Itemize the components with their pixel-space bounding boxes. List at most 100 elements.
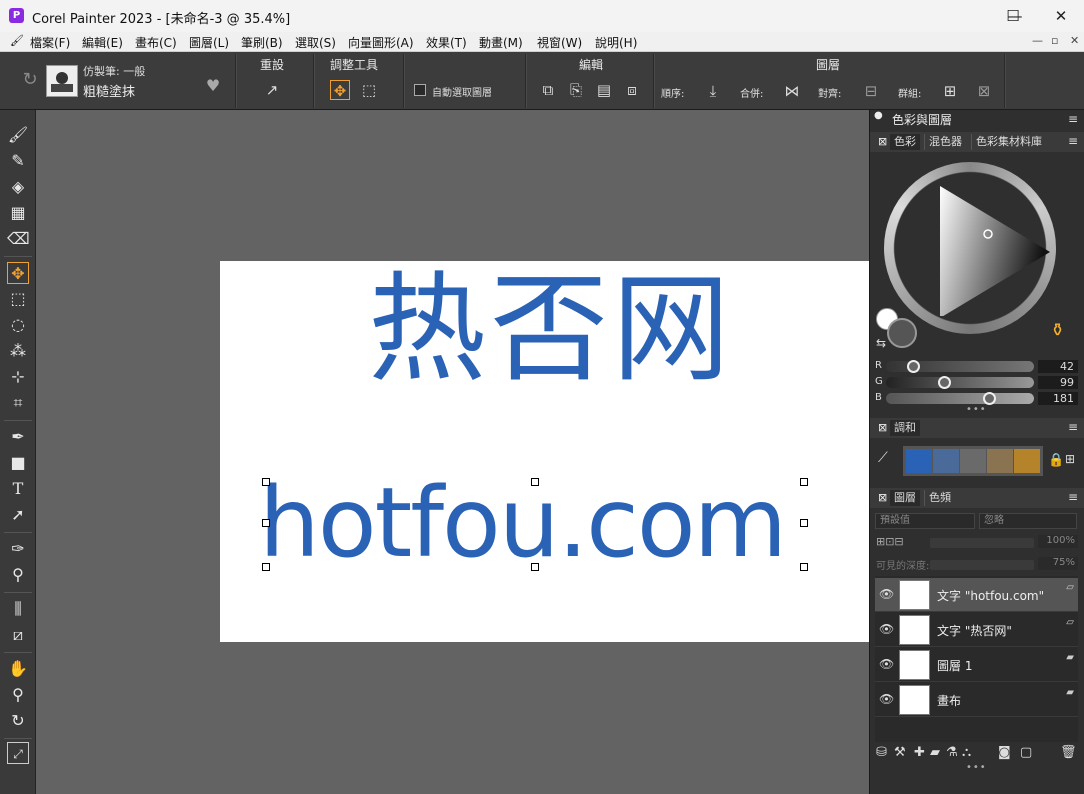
- selection-handle[interactable]: [531, 478, 539, 486]
- layer-row[interactable]: 👁 圖層 1 ▰: [875, 648, 1078, 682]
- new-layer-from-icon[interactable]: ▢: [1020, 745, 1032, 760]
- layer-adjuster-icon[interactable]: ✥: [330, 80, 350, 100]
- tab-color[interactable]: 色彩: [890, 134, 920, 150]
- new-layer-icon[interactable]: ✚: [914, 745, 925, 760]
- magnifier-icon[interactable]: ⚲: [7, 684, 29, 706]
- depth-value[interactable]: 75%: [1038, 557, 1078, 570]
- visibility-eye-icon[interactable]: 👁: [879, 692, 894, 706]
- visibility-eye-icon[interactable]: 👁: [879, 657, 894, 671]
- brush-preview-icon[interactable]: [46, 65, 78, 97]
- r-slider[interactable]: [886, 360, 1034, 373]
- color-panel-menu-icon[interactable]: ≡: [1068, 135, 1080, 147]
- layer-lock-icons[interactable]: ⊞⊡⊟: [876, 535, 904, 548]
- opacity-slider[interactable]: [930, 538, 1034, 548]
- rect-select-icon[interactable]: ⬚: [7, 288, 29, 310]
- selection-handle[interactable]: [800, 563, 808, 571]
- brush-tool-icon[interactable]: 🖌: [7, 124, 29, 146]
- crop-icon[interactable]: ⌗: [7, 392, 29, 414]
- menu-effects[interactable]: 效果(T): [426, 34, 467, 51]
- brush-variant[interactable]: 粗糙塗抹: [83, 81, 135, 100]
- dynamic-plugins-icon[interactable]: ⚒: [894, 745, 906, 760]
- favorite-heart-icon[interactable]: ♥: [203, 76, 223, 96]
- close-panel-icon[interactable]: ⊠: [878, 421, 887, 434]
- perspective-icon[interactable]: ⧄: [7, 624, 29, 646]
- cloner-icon[interactable]: ✑: [7, 538, 29, 560]
- lasso-icon[interactable]: ◌: [7, 314, 29, 336]
- harmony-swatch-1[interactable]: [906, 449, 932, 473]
- menu-file[interactable]: 檔案(F): [30, 34, 70, 51]
- selection-handle[interactable]: [262, 563, 270, 571]
- order-icon[interactable]: ⤓: [703, 81, 723, 101]
- rotate-page-icon[interactable]: ↻: [7, 710, 29, 732]
- tab-layers[interactable]: 圖層: [890, 490, 920, 506]
- selection-adjuster-icon[interactable]: ⊹: [7, 366, 29, 388]
- shape-selection-icon[interactable]: ➚: [7, 504, 29, 526]
- gradient-tool-icon[interactable]: ▦: [7, 202, 29, 224]
- composite-depth-select[interactable]: 忽略: [979, 513, 1077, 529]
- harmony-swatch-2[interactable]: [933, 449, 959, 473]
- group-icon[interactable]: ⊞: [940, 81, 960, 101]
- menu-movie[interactable]: 動畫(M): [479, 34, 523, 51]
- maximize-button[interactable]: ☐: [990, 0, 1036, 32]
- app-menu-icon[interactable]: 🖌: [10, 34, 24, 47]
- grabber-hand-icon[interactable]: ✋: [7, 658, 29, 680]
- layer-attributes-icon[interactable]: ⛁: [876, 745, 887, 760]
- new-liquid-ink-layer-icon[interactable]: ⚗: [946, 745, 958, 760]
- layers-menu-icon[interactable]: ≡: [1068, 491, 1080, 503]
- doc-close-button[interactable]: ✕: [1070, 34, 1079, 47]
- close-button[interactable]: ✕: [1038, 0, 1084, 32]
- selection-handle[interactable]: [262, 478, 270, 486]
- composite-method-select[interactable]: 預設值: [875, 513, 975, 529]
- selection-handle[interactable]: [262, 519, 270, 527]
- close-panel-icon[interactable]: ⊠: [878, 135, 887, 148]
- more-dots-icon[interactable]: •••: [966, 404, 987, 415]
- delete-layer-icon[interactable]: 🗑: [1060, 745, 1077, 760]
- doc-minimize-button[interactable]: —: [1032, 34, 1043, 47]
- ungroup-icon[interactable]: ⊠: [974, 81, 994, 101]
- pen-icon[interactable]: ✒: [7, 426, 29, 448]
- harmony-swatch-3[interactable]: [960, 449, 986, 473]
- align-icon[interactable]: ⊟: [861, 81, 881, 101]
- layer-move-icon[interactable]: ⧈: [622, 80, 642, 100]
- opacity-value[interactable]: 100%: [1038, 535, 1078, 548]
- depth-slider[interactable]: [930, 560, 1034, 570]
- harmony-swatch-4[interactable]: [987, 449, 1013, 473]
- menu-edit[interactable]: 編輯(E): [82, 34, 123, 51]
- lock-icon[interactable]: 🔒: [1048, 453, 1064, 468]
- b-slider[interactable]: [886, 392, 1034, 405]
- auto-select-checkbox[interactable]: [414, 84, 426, 96]
- harmony-menu-icon[interactable]: ≡: [1068, 421, 1080, 433]
- merge-icon[interactable]: ⋈: [782, 81, 802, 101]
- main-color-swatch[interactable]: [887, 318, 917, 348]
- magic-wand-icon[interactable]: ⁂: [7, 340, 29, 362]
- menu-shapes[interactable]: 向量圖形(A): [348, 34, 414, 51]
- eraser-tool-icon[interactable]: ⌫: [7, 228, 30, 250]
- transform-icon[interactable]: ⬚: [359, 80, 379, 100]
- document-canvas[interactable]: 热否网 hotfou.com: [220, 261, 869, 642]
- menu-layers[interactable]: 圖層(L): [189, 34, 229, 51]
- tab-channels[interactable]: 色頻: [924, 490, 955, 506]
- color-triangle[interactable]: [930, 186, 1060, 316]
- tab-mixer[interactable]: 混色器: [924, 134, 966, 150]
- layer-attributes-icon[interactable]: ⧉: [538, 80, 558, 100]
- menu-select[interactable]: 選取(S): [295, 34, 336, 51]
- screen-mode-icon[interactable]: ⤢: [7, 742, 29, 764]
- new-watercolor-layer-icon[interactable]: ▰: [930, 745, 940, 760]
- harmony-title[interactable]: 調和: [890, 420, 920, 436]
- tab-color-sets[interactable]: 色彩集材料庫: [971, 134, 1046, 150]
- layer-stack-icon[interactable]: ▤: [594, 80, 614, 100]
- paint-bucket-icon[interactable]: ◈: [7, 176, 29, 198]
- new-group-icon[interactable]: ⛬: [962, 745, 971, 760]
- brush-category[interactable]: 仿製筆: 一般: [83, 63, 145, 79]
- selection-handle[interactable]: [800, 478, 808, 486]
- layer-adjuster-tool-icon[interactable]: ✥: [7, 262, 29, 284]
- harmony-link-icon[interactable]: ⟋: [878, 450, 888, 466]
- layer-row[interactable]: 👁 文字 "热否网" ▱: [875, 613, 1078, 647]
- canvas-text-chinese[interactable]: 热否网: [368, 263, 734, 395]
- reset-tool-icon[interactable]: ↗: [262, 80, 282, 100]
- rubber-stamp-icon[interactable]: ⚲: [7, 564, 29, 586]
- doc-restore-button[interactable]: ▫: [1051, 34, 1058, 47]
- menu-help[interactable]: 說明(H): [595, 34, 637, 51]
- dropper-tool-icon[interactable]: ✎: [7, 150, 29, 172]
- harmony-swatch-5[interactable]: [1014, 449, 1040, 473]
